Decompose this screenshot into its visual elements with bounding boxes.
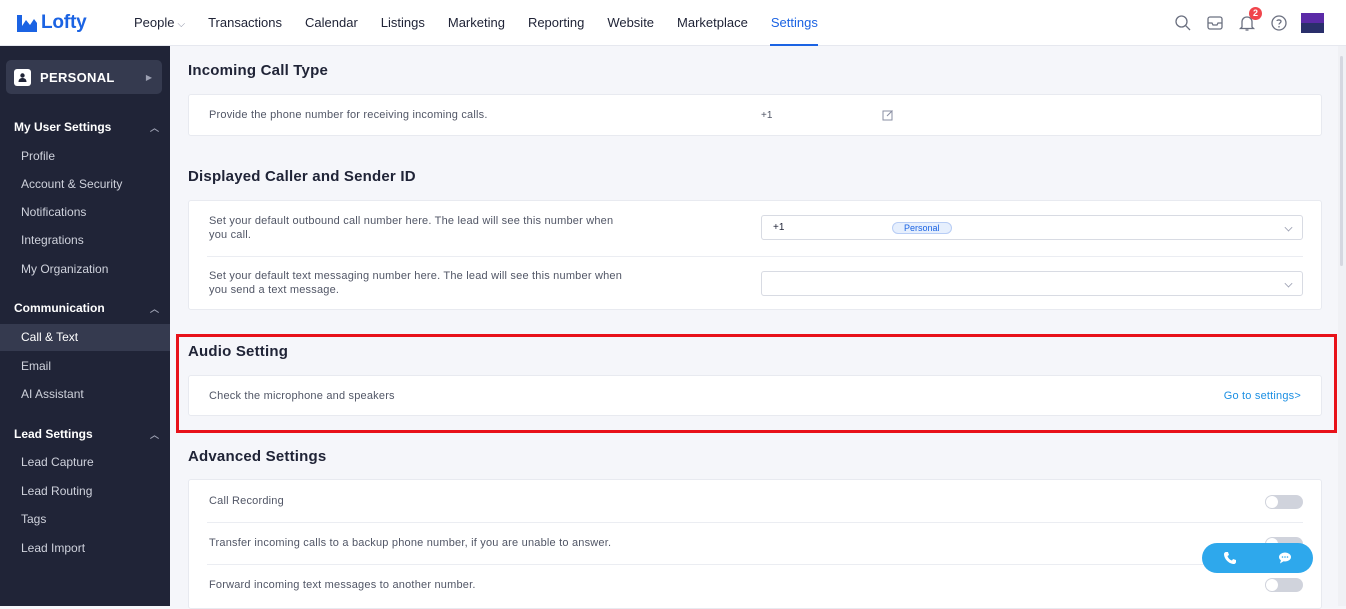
settings-sidebar: PERSONAL ▶ My User Settings ︿ Profile Acc… [0,46,170,606]
call-recording-label: Call Recording [209,495,284,507]
lofty-logo[interactable]: Lofty [16,12,120,34]
audio-setting-card: Check the microphone and speakers Go to … [188,375,1322,416]
main-nav: People ⌵ Transactions Calendar Listings M… [120,0,829,46]
audio-setting-description: Check the microphone and speakers [209,390,395,402]
outbound-call-number-select[interactable]: +1 Personal [761,215,1303,240]
incoming-call-description: Provide the phone number for receiving i… [209,109,488,121]
sidebar-item-integrations[interactable]: Integrations [0,227,170,254]
section-title: Communication [14,301,105,315]
outbound-call-description-line1: Set your default outbound call number he… [209,215,614,227]
section-title: My User Settings [14,120,112,134]
sidebar-item-lead-capture[interactable]: Lead Capture [0,449,170,476]
personal-switcher[interactable]: PERSONAL ▶ [6,60,162,94]
scrollbar[interactable] [1338,46,1346,606]
notification-badge: 2 [1249,7,1262,20]
caret-right-icon: ▶ [145,72,152,82]
section-my-user-settings[interactable]: My User Settings ︿ [14,120,159,134]
person-icon [14,68,31,86]
caller-id-title: Displayed Caller and Sender ID [188,168,416,185]
sidebar-item-call-text[interactable]: Call & Text [0,324,170,351]
settings-main: Incoming Call Type Provide the phone num… [170,46,1338,609]
chevron-down-icon [1284,279,1293,288]
text-number-description-line2: you send a text message. [209,284,340,296]
outbound-call-number-value: +1 [773,222,785,233]
forward-texts-label: Forward incoming text messages to anothe… [209,579,476,591]
advanced-settings-title: Advanced Settings [188,448,327,465]
floating-actions [1202,543,1313,573]
chevron-up-icon: ︿ [149,303,159,314]
sidebar-item-profile[interactable]: Profile [0,143,170,170]
incoming-call-card: Provide the phone number for receiving i… [188,94,1322,136]
nav-settings[interactable]: Settings [759,0,829,46]
go-to-settings-link[interactable]: Go to settings> [1224,390,1301,402]
help-icon[interactable] [1269,13,1289,33]
edit-icon[interactable] [882,109,894,121]
top-navigation-bar: Lofty People ⌵ Transactions Calendar List… [0,0,1346,46]
divider [207,522,1303,523]
forward-texts-toggle[interactable] [1265,578,1303,592]
app-name: Lofty [41,11,87,33]
section-lead-settings[interactable]: Lead Settings ︿ [14,427,159,441]
nav-marketing[interactable]: Marketing [436,0,516,46]
search-icon[interactable] [1173,13,1193,33]
personal-tag: Personal [892,222,952,234]
transfer-calls-label: Transfer incoming calls to a backup phon… [209,537,612,549]
phone-icon [1223,552,1236,564]
top-icons: 2 [1173,0,1324,46]
nav-reporting[interactable]: Reporting [516,0,595,46]
inbox-icon[interactable] [1205,13,1225,33]
phone-button[interactable] [1202,543,1257,573]
text-number-select[interactable] [761,271,1303,296]
sidebar-item-lead-import[interactable]: Lead Import [0,535,170,562]
nav-people[interactable]: People ⌵ [120,0,197,46]
scrollbar-thumb[interactable] [1340,56,1343,266]
sidebar-item-notifications[interactable]: Notifications [0,199,170,226]
nav-marketplace[interactable]: Marketplace [666,0,760,46]
divider [207,256,1303,257]
avatar[interactable] [1301,13,1324,33]
nav-listings[interactable]: Listings [369,0,436,46]
nav-calendar[interactable]: Calendar [294,0,370,46]
text-number-description-line1: Set your default text messaging number h… [209,270,623,282]
incoming-call-type-title: Incoming Call Type [188,62,329,79]
outbound-call-description-line2: you call. [209,229,252,241]
divider [207,564,1303,565]
sidebar-item-email[interactable]: Email [0,353,170,380]
lofty-logo-icon [17,14,37,32]
section-communication[interactable]: Communication ︿ [14,301,159,315]
chat-button[interactable] [1257,543,1312,573]
nav-transactions[interactable]: Transactions [197,0,294,46]
sidebar-item-tags[interactable]: Tags [0,506,170,533]
caller-id-card: Set your default outbound call number he… [188,200,1322,310]
bell-icon[interactable]: 2 [1237,7,1262,33]
section-title: Lead Settings [14,427,93,441]
chat-icon [1278,552,1291,564]
incoming-phone-number: +1 [761,110,773,121]
sidebar-item-lead-routing[interactable]: Lead Routing [0,478,170,505]
nav-website[interactable]: Website [596,0,666,46]
audio-setting-title: Audio Setting [188,343,289,360]
chevron-up-icon: ︿ [149,429,159,440]
chevron-up-icon: ︿ [149,122,159,133]
chevron-down-icon: ⌵ [177,18,186,30]
chevron-down-icon [1284,223,1293,232]
personal-label: PERSONAL [40,69,115,85]
nav-people-label: People [134,14,175,30]
sidebar-item-my-organization[interactable]: My Organization [0,256,170,283]
advanced-settings-card: Call Recording Transfer incoming calls t… [188,479,1322,609]
call-recording-toggle[interactable] [1265,495,1303,509]
sidebar-item-ai-assistant[interactable]: AI Assistant [0,381,170,408]
sidebar-item-account-security[interactable]: Account & Security [0,171,170,198]
